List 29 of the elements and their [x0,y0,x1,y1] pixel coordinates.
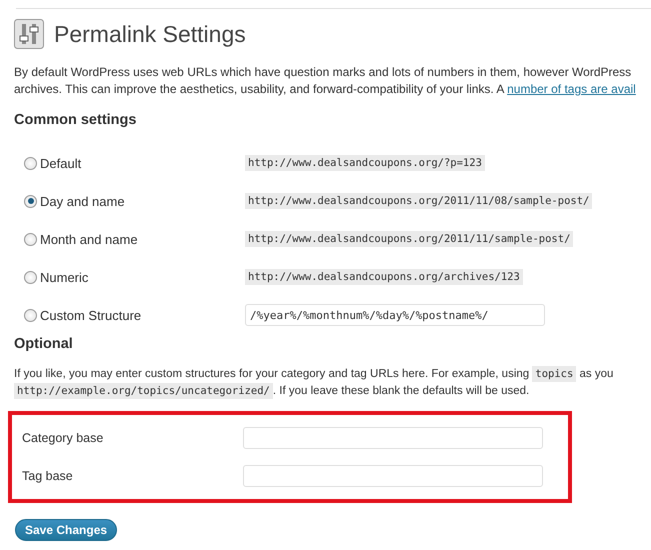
url-example: http://www.dealsandcoupons.org/?p=123 [245,155,485,171]
radio-button[interactable] [24,194,37,208]
option-label: Month and name [40,232,138,246]
optional-text: http://example.org/topics/uncategorized/ . If you leave these blank the defaults will be used. [14,383,651,400]
url-example: http://www.dealsandcoupons.org/archives/123 [245,269,523,285]
url-example: http://www.dealsandcoupons.org/2011/11/sample-post/ [245,231,574,247]
section-heading: Optional [14,335,74,354]
radio-button[interactable] [24,270,37,284]
input-field[interactable] [243,427,543,449]
tags-link[interactable]: number of tags are avail [507,82,636,96]
field-label: Category base [21,431,104,445]
radio-button[interactable] [24,232,37,246]
option-label: Custom Structure [40,308,142,322]
input-field[interactable] [243,465,543,487]
settings-icon [14,19,44,49]
option-label: Default [40,156,82,170]
option-label: Day and name [40,194,125,208]
intro-text: By default WordPress uses web URLs which have question marks and lots of numbers in them, however WordPress [14,64,632,81]
radio-button[interactable] [24,156,37,170]
field-label: Tag base [21,469,74,483]
radio-button[interactable] [24,308,37,322]
optional-text: If you like, you may enter custom structures for your category and tag URLs here. For example, using topics as you [14,366,614,383]
intro-text: archives. This can improve the aesthetics, usability, and forward-compatibility of your links. A number of tags are avail [14,81,637,98]
section-heading: Common settings [14,111,138,130]
url-example: http://www.dealsandcoupons.org/2011/11/08/sample-post/ [245,193,592,209]
page-title: Permalink Settings [54,20,246,49]
structure-field[interactable]: /%year%/%monthnum%/%day%/%postname%/ [245,304,545,326]
option-label: Numeric [40,270,88,284]
save-button[interactable]: Save Changes [15,519,118,541]
